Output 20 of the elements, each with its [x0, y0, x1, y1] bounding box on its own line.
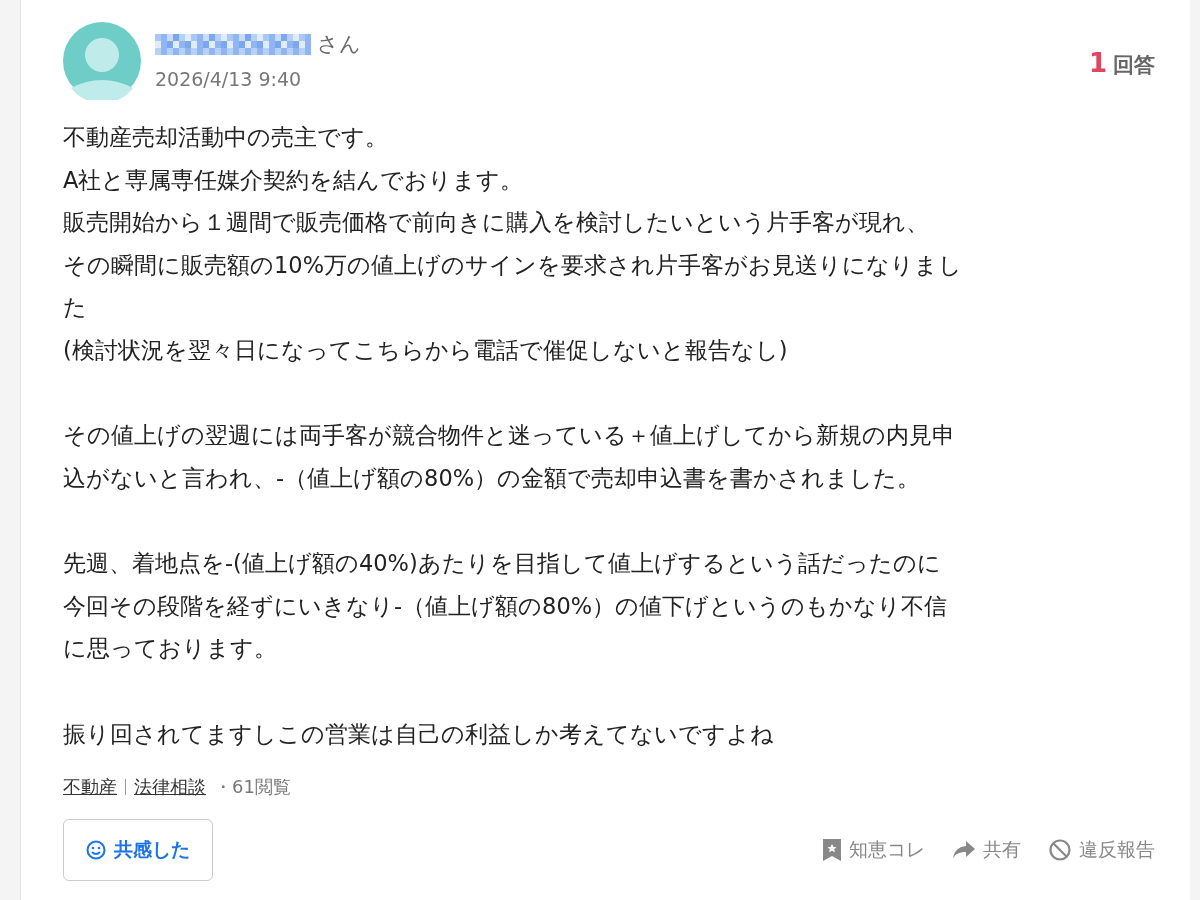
- smiley-icon: [86, 840, 106, 860]
- bookmark-star-icon: [823, 839, 841, 861]
- empathy-button[interactable]: 共感した: [63, 819, 213, 881]
- question-paragraph: その値上げの翌週には両手客が競合物件と迷っている＋値上げしてから新規の内見申 込がないと言われ、-（値上げ額の80%）の金額で売却申込書を書かされました。: [63, 421, 956, 493]
- share-button[interactable]: 共有: [953, 837, 1021, 863]
- avatar-icon: [63, 22, 141, 100]
- answer-label: 回答: [1113, 52, 1155, 79]
- report-button[interactable]: 違反報告: [1049, 837, 1155, 863]
- answer-count: 1: [1088, 48, 1107, 78]
- post-date: 2026/4/13 9:40: [155, 68, 303, 90]
- prohibited-icon: [1049, 839, 1071, 861]
- question-paragraph: 先週、着地点を-(値上げ額の40%)あたりを目指して値上げするという話だったのに 今回その段階を経ずにいきなり-（値上げ額の80%）の値下げというのもかなり不信 に思っております。: [63, 549, 949, 663]
- honorific-text: さん: [317, 31, 361, 58]
- question-paragraph: 振り回されてますしこの営業は自己の利益しか考えてないですよね: [63, 719, 775, 749]
- category-link[interactable]: 法律相談: [134, 775, 206, 799]
- bookmark-button[interactable]: 知恵コレ: [823, 837, 925, 863]
- share-arrow-icon: [953, 841, 975, 859]
- view-count: ・61閲覧: [214, 775, 291, 799]
- category-link[interactable]: 不動産: [63, 775, 117, 799]
- question-paragraph: 不動産売却活動中の売主です。 A社と専属専任媒介契約を結んでおります。 販売開始から１週間で販売価格で前向きに購入を検討したいという片手客が現れ、 その瞬間に販売額の10%万の値上げのサインを要求され片手客がお見送りになりまし た (検討状況を翌々日になってこちらから電話で催促しないと報告なし): [63, 123, 963, 365]
